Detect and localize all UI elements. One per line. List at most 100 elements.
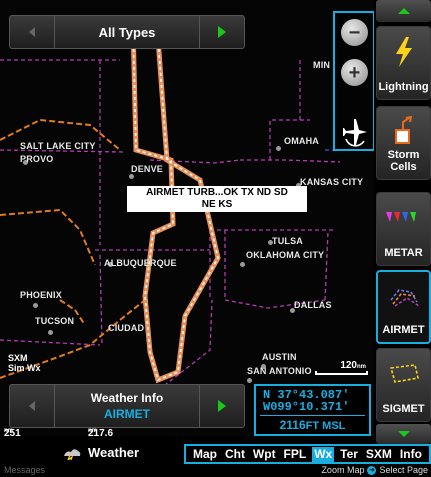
page-tab-bar: Weather Map Cht Wpt FPL Wx Ter SXM Info	[0, 444, 431, 464]
softkey-scroll-down-button[interactable]	[376, 424, 431, 444]
page-tabs: Map Cht Wpt FPL Wx Ter SXM Info	[184, 444, 431, 464]
tab-cht[interactable]: Cht	[223, 447, 247, 462]
city-label-dallas: DALLAS	[294, 300, 332, 310]
weather-screen: SALT LAKE CITY PROVO DENVE OMAHA KANSAS …	[0, 0, 431, 477]
messages-label[interactable]: Messages	[4, 465, 45, 475]
down-arrow-icon	[397, 431, 410, 437]
city-label-omaha: OMAHA	[284, 136, 319, 146]
lightning-icon	[377, 35, 430, 69]
current-page: Weather	[62, 445, 139, 460]
tab-info[interactable]: Info	[398, 447, 424, 462]
city-label-san-antonio: SAN ANTONIO	[247, 366, 312, 376]
softkey-storm-cells-label: Storm Cells	[377, 149, 430, 173]
storm-cells-line-1: Storm	[387, 149, 420, 161]
storm-cell-icon	[377, 115, 430, 149]
city-label-provo: PROVO	[20, 154, 54, 164]
knob-hint: Zoom Map ➔ Select Page	[321, 465, 428, 475]
tab-wx[interactable]: Wx	[312, 446, 335, 462]
distance-left-unit: nm	[4, 428, 13, 434]
sigmet-icon	[377, 357, 430, 391]
up-arrow-icon	[397, 8, 410, 14]
weather-info-value: AIRMET	[104, 407, 150, 421]
storm-cells-line-2: Cells	[390, 161, 417, 173]
city-dot	[48, 330, 53, 335]
hint-zoom: Zoom Map	[321, 465, 365, 475]
softkey-airmet-label: AIRMET	[382, 324, 425, 336]
city-dot	[240, 262, 245, 267]
plus-icon: +	[348, 61, 361, 84]
type-next-button[interactable]	[200, 16, 244, 48]
aircraft-icon	[343, 119, 367, 147]
airmet-callout: AIRMET TURB...OK TX ND SD NE KS	[127, 186, 307, 212]
callout-line-1: AIRMET TURB...OK TX ND SD	[146, 187, 288, 198]
softkey-metar[interactable]: METAR	[376, 192, 431, 266]
softkey-sigmet-label: SIGMET	[382, 403, 425, 415]
city-label-minneapolis: MIN	[313, 60, 331, 70]
city-label-austin: AUSTIN	[262, 352, 297, 362]
type-prev-button[interactable]	[10, 16, 54, 48]
city-dot	[129, 174, 134, 179]
city-dot	[276, 146, 281, 151]
tab-ter[interactable]: Ter	[338, 447, 360, 462]
hint-select: Select Page	[379, 465, 428, 475]
scale-bar	[315, 371, 368, 375]
city-label-phoenix: PHOENIX	[20, 290, 62, 300]
softkey-column: Lightning Storm Cells METAR AIRMET SIGME…	[374, 0, 431, 444]
altitude-value: 2116	[279, 418, 306, 432]
minus-icon: −	[348, 21, 361, 44]
weather-map[interactable]: SALT LAKE CITY PROVO DENVE OMAHA KANSAS …	[0, 0, 374, 436]
right-arrow-icon	[218, 26, 226, 38]
softkey-lightning[interactable]: Lightning	[376, 26, 431, 100]
softkey-scroll-up-button[interactable]	[376, 0, 431, 22]
sxm-source-label: SXM Sim Wx	[8, 353, 41, 373]
metar-flags-icon	[377, 201, 430, 235]
left-arrow-icon	[29, 401, 35, 411]
weather-info-selector: Weather Info AIRMET	[9, 384, 245, 428]
softkey-storm-cells[interactable]: Storm Cells	[376, 106, 431, 180]
sxm-label-line-1: SXM	[8, 353, 28, 363]
city-label-kansas-city: KANSAS CITY	[300, 177, 364, 187]
position-coordinates: N 37°43.087' W099°10.371'	[263, 389, 349, 413]
right-arrow-icon	[218, 400, 226, 412]
tab-sxm[interactable]: SXM	[364, 447, 394, 462]
city-dot	[33, 303, 38, 308]
scale-value: 120nm	[340, 360, 366, 371]
distance-row: 251 nm 217.6 nm	[0, 428, 254, 439]
sxm-label-line-2: Sim Wx	[8, 363, 41, 373]
scale-number: 120	[340, 360, 357, 371]
city-dot	[247, 378, 252, 383]
tab-map[interactable]: Map	[191, 447, 219, 462]
type-selector: All Types	[9, 15, 245, 49]
callout-line-2: NE KS	[201, 199, 233, 210]
weather-info-next-button[interactable]	[200, 385, 244, 427]
zoom-out-button[interactable]: −	[341, 19, 368, 46]
city-label-albuquerque: ALBUQUERQUE	[104, 258, 177, 268]
altitude-readout: 2116FT MSL	[260, 415, 365, 432]
softkey-sigmet[interactable]: SIGMET	[376, 348, 431, 422]
city-label-oklahoma-city: OKLAHOMA CITY	[246, 250, 325, 260]
scale-unit: nm	[357, 364, 366, 370]
city-label-tucson: TUCSON	[35, 316, 75, 326]
city-label-tulsa: TULSA	[272, 236, 303, 246]
weather-info-center[interactable]: Weather Info AIRMET	[54, 385, 200, 427]
city-label-salt-lake-city: SALT LAKE CITY	[20, 141, 96, 151]
zoom-controls: − +	[333, 11, 375, 151]
zoom-in-button[interactable]: +	[341, 59, 368, 86]
center-aircraft-button[interactable]	[340, 117, 370, 147]
altitude-unit: FT MSL	[305, 420, 346, 432]
position-readout[interactable]: N 37°43.087' W099°10.371' 2116FT MSL	[254, 384, 371, 436]
tab-fpl[interactable]: FPL	[282, 447, 309, 462]
city-label-ciudad: CIUDAD	[108, 323, 145, 333]
current-page-name: Weather	[88, 445, 140, 460]
longitude: W099°10.371'	[263, 400, 350, 414]
left-arrow-icon	[29, 27, 35, 37]
softkey-lightning-label: Lightning	[378, 81, 429, 93]
weather-info-title: Weather Info	[90, 391, 164, 405]
city-label-denver: DENVE	[131, 164, 164, 174]
weather-info-prev-button[interactable]	[10, 385, 54, 427]
type-selector-label[interactable]: All Types	[54, 16, 200, 48]
softkey-airmet[interactable]: AIRMET	[376, 270, 431, 344]
softkey-metar-label: METAR	[384, 247, 423, 259]
airmet-icon	[378, 280, 429, 314]
tab-wpt[interactable]: Wpt	[251, 447, 278, 462]
